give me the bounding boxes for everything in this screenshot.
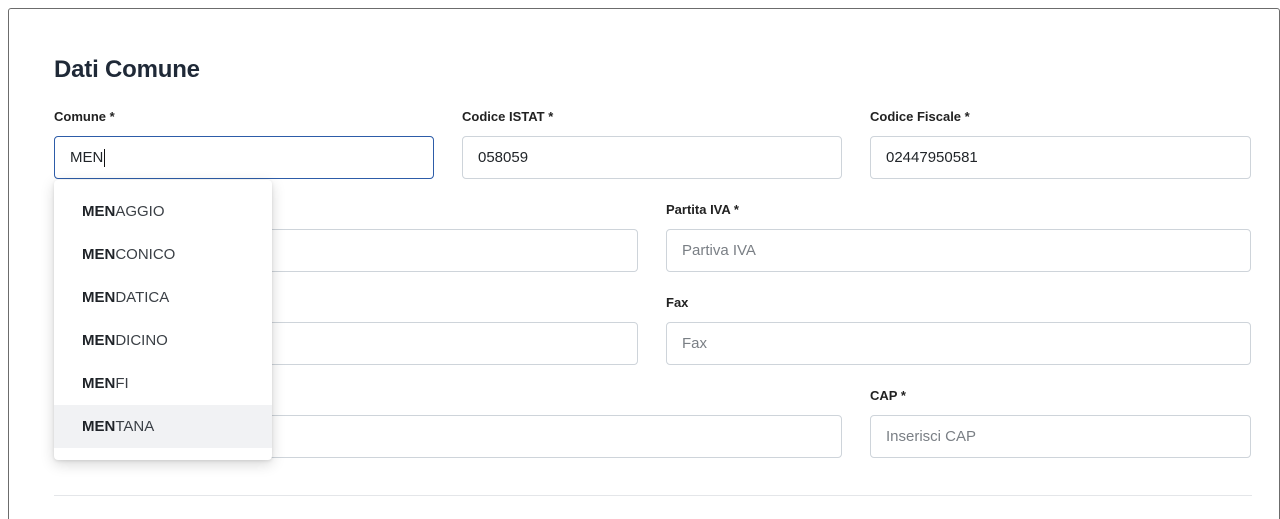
text-caret [104, 148, 106, 167]
partita-iva-placeholder: Partiva IVA [682, 242, 756, 259]
option-match: MEN [82, 375, 116, 392]
option-match: MEN [82, 332, 116, 349]
option-rest: FI [115, 375, 129, 392]
fax-input[interactable]: Fax [666, 322, 1251, 365]
option-match: MEN [82, 418, 116, 435]
cap-label: CAP * [870, 388, 906, 403]
istat-value: 058059 [478, 149, 529, 166]
option-rest: DATICA [115, 289, 170, 306]
codice-fiscale-value: 02447950581 [886, 149, 978, 166]
fax-label: Fax [666, 295, 689, 310]
comune-autocomplete-list: MEN AGGIO MEN CONICO MEN DATICA MEN DICINO M… [54, 180, 272, 460]
autocomplete-option[interactable]: MEN FI [54, 362, 272, 405]
option-match: MEN [82, 246, 116, 263]
autocomplete-option[interactable]: MEN DICINO [54, 319, 272, 362]
partita-iva-label: Partita IVA * [666, 202, 739, 217]
option-rest: CONICO [115, 246, 176, 263]
istat-label: Codice ISTAT * [462, 109, 554, 124]
istat-input[interactable]: 058059 [462, 136, 842, 179]
comune-input[interactable]: MEN [54, 136, 434, 179]
cap-placeholder: Inserisci CAP [886, 428, 977, 445]
codice-fiscale-input[interactable]: 02447950581 [870, 136, 1251, 179]
autocomplete-option[interactable]: MEN DATICA [54, 276, 272, 319]
option-match: MEN [82, 289, 116, 306]
autocomplete-option-active[interactable]: MEN TANA [54, 405, 272, 448]
comune-value: MEN [70, 149, 104, 166]
autocomplete-option[interactable]: MEN AGGIO [54, 190, 272, 233]
option-rest: DICINO [115, 332, 168, 349]
cap-input[interactable]: Inserisci CAP [870, 415, 1251, 458]
section-title: Dati Comune [54, 56, 200, 83]
comune-label: Comune * [54, 109, 115, 124]
fax-placeholder: Fax [682, 335, 708, 352]
option-rest: AGGIO [115, 203, 165, 220]
section-divider [54, 495, 1252, 496]
partita-iva-input[interactable]: Partiva IVA [666, 229, 1251, 272]
autocomplete-option[interactable]: MEN CONICO [54, 233, 272, 276]
codice-fiscale-label: Codice Fiscale * [870, 109, 970, 124]
option-rest: TANA [115, 418, 155, 435]
option-match: MEN [82, 203, 116, 220]
